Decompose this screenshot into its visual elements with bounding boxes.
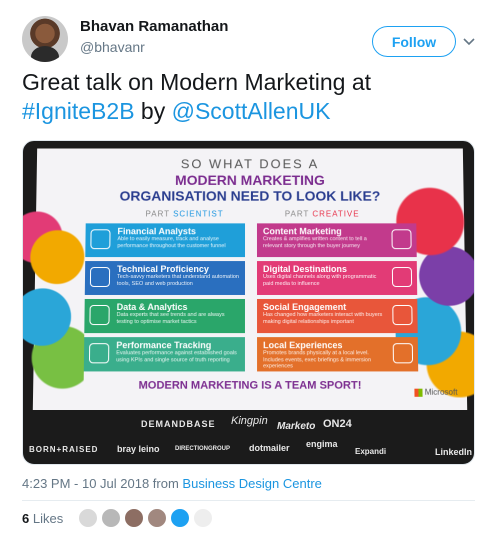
- slide-question-line3: ORGANISATION NEED TO LOOK LIKE?: [119, 187, 381, 204]
- author-name[interactable]: Bhavan Ramanathan: [80, 18, 228, 35]
- sponsor-logo: DIRECTIONGROUP: [175, 446, 231, 452]
- sponsor-logo: LinkedIn: [435, 447, 473, 457]
- presentation-slide: SO WHAT DOES A MODERN MARKETING ORGANISA…: [23, 148, 474, 411]
- monitor-icon: [391, 267, 413, 287]
- card-local-experiences: Local Experiences Promotes brands physic…: [257, 337, 419, 372]
- microsoft-logo-squares: [414, 388, 423, 397]
- sponsor-logo: BORN+RAISED: [29, 445, 99, 454]
- calculator-icon: [90, 229, 111, 250]
- tweet-timestamp: 4:23 PM - 10 Jul 2018 from Business Desi…: [22, 476, 322, 491]
- timestamp-text[interactable]: 4:23 PM - 10 Jul 2018 from: [22, 476, 182, 491]
- card-desc: Has changed how marketers interact with …: [263, 312, 383, 325]
- sponsor-logo: Marketo: [277, 421, 316, 432]
- card-title: Local Experiences: [263, 340, 343, 351]
- card-title: Financial Analysts: [117, 226, 196, 237]
- sponsor-logo: engima: [306, 439, 338, 449]
- chart-icon: [89, 304, 110, 326]
- card-content-marketing: Content Marketing Creates & amplifies wr…: [256, 223, 417, 258]
- divider: [22, 500, 475, 501]
- card-desc: Data experts that see trends and are alw…: [116, 312, 225, 325]
- card-desc: Promotes brands physically at a local le…: [263, 350, 372, 370]
- mention-link[interactable]: @ScottAllenUK: [172, 98, 331, 124]
- part-creative-prefix: PART: [284, 209, 313, 219]
- tweet-text: Great talk on Modern Marketing at #Ignit…: [22, 68, 477, 126]
- target-icon: [88, 343, 110, 364]
- liker-avatar[interactable]: [147, 508, 167, 528]
- tweet-text-part2: by: [134, 98, 172, 124]
- card-title: Digital Destinations: [262, 264, 347, 275]
- chevron-down-icon[interactable]: [462, 34, 476, 48]
- part-scientist-prefix: PART: [145, 209, 174, 219]
- people-icon: [392, 304, 413, 326]
- liker-avatar[interactable]: [78, 508, 98, 528]
- card-desc: Tech-savvy marketers that understand aut…: [116, 274, 239, 287]
- card-performance-tracking: Performance Tracking Evaluates performan…: [83, 337, 245, 372]
- sponsor-logo: ON24: [323, 418, 352, 430]
- likes-count[interactable]: 6 Likes: [22, 511, 63, 526]
- tweet-text-part1: Great talk on Modern Marketing at: [22, 69, 371, 95]
- hashtag-link[interactable]: #IgniteB2B: [22, 98, 135, 124]
- tweet-header: Bhavan Ramanathan @bhavanr Follow: [22, 14, 480, 64]
- liker-avatar[interactable]: [193, 508, 213, 528]
- liker-avatar[interactable]: [124, 508, 144, 528]
- card-title: Content Marketing: [262, 226, 342, 237]
- sponsor-bar: DEMANDBASE Kingpin Marketo ON24 BORN+RAI…: [23, 409, 474, 464]
- sponsor-logo: dotmailer: [249, 443, 290, 453]
- card-data-analytics: Data & Analytics Data experts that see t…: [84, 298, 245, 334]
- microsoft-logo-text: Microsoft: [424, 387, 458, 397]
- author-handle[interactable]: @bhavanr: [80, 39, 145, 55]
- slide-question-line2: MODERN MARKETING: [175, 172, 325, 188]
- card-title: Social Engagement: [263, 301, 347, 313]
- card-social-engagement: Social Engagement Has changed how market…: [257, 298, 418, 334]
- card-desc: Able to easily measure, track and analys…: [117, 236, 226, 249]
- card-desc: Evaluates performance against establishe…: [116, 350, 237, 363]
- card-technical-proficiency: Technical Proficiency Tech-savvy markete…: [84, 261, 246, 295]
- author-avatar[interactable]: [22, 16, 68, 62]
- card-financial-analysts: Financial Analysts Able to easily measur…: [85, 223, 246, 258]
- card-title: Performance Tracking: [116, 340, 212, 351]
- card-desc: Uses digital channels along with program…: [262, 274, 377, 287]
- slide-footer-text: MODERN MARKETING IS A TEAM SPORT!: [138, 379, 362, 392]
- paint-splash-left: [23, 197, 87, 398]
- slide-question-line1: SO WHAT DOES A: [180, 156, 320, 172]
- tweet-photo[interactable]: SO WHAT DOES A MODERN MARKETING ORGANISA…: [22, 140, 475, 465]
- liker-avatar[interactable]: [170, 508, 190, 528]
- part-creative-word: CREATIVE: [312, 209, 360, 219]
- microsoft-logo: Microsoft: [414, 387, 458, 397]
- liker-avatar[interactable]: [101, 508, 121, 528]
- part-creative-label: PART CREATIVE: [285, 210, 360, 219]
- part-scientist-label: PART SCIENTIST: [145, 210, 223, 219]
- likes-label: Likes: [29, 511, 64, 526]
- card-title: Technical Proficiency: [117, 264, 209, 275]
- card-title: Data & Analytics: [116, 301, 188, 313]
- sponsor-logo: Kingpin: [231, 415, 268, 427]
- sponsor-logo: bray leino: [117, 444, 160, 454]
- gear-icon: [89, 267, 111, 287]
- document-icon: [391, 229, 412, 250]
- card-desc: Creates & amplifies written content to t…: [262, 236, 367, 249]
- card-digital-destinations: Digital Destinations Uses digital channe…: [256, 261, 418, 295]
- part-scientist-word: SCIENTIST: [173, 209, 224, 219]
- source-link[interactable]: Business Design Centre: [182, 476, 321, 491]
- sponsor-logo: Expandi: [355, 447, 387, 456]
- follow-button[interactable]: Follow: [372, 26, 456, 57]
- sponsor-logo: DEMANDBASE: [141, 419, 216, 429]
- location-icon: [392, 343, 414, 364]
